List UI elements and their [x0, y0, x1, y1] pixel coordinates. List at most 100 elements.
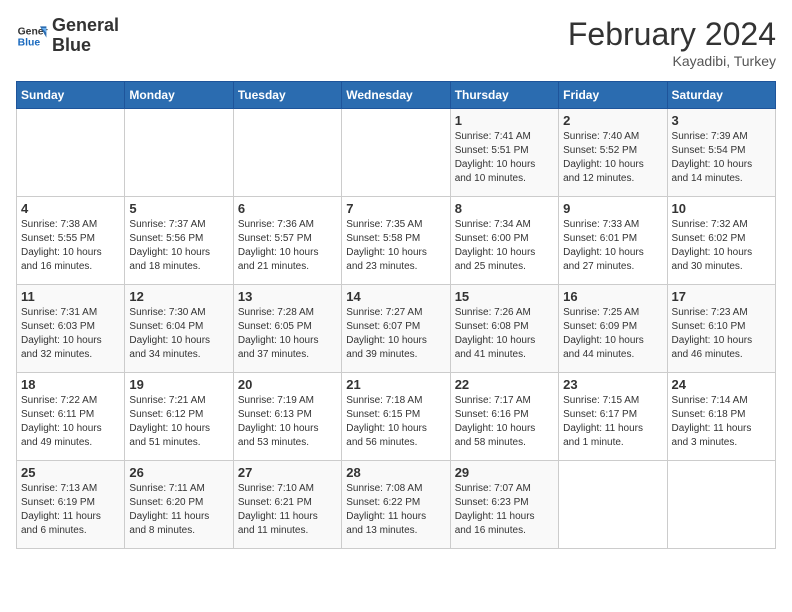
- day-info: Sunrise: 7:19 AM Sunset: 6:13 PM Dayligh…: [238, 394, 337, 450]
- calendar-week-2: 4 Sunrise: 7:38 AM Sunset: 5:55 PM Daylig…: [17, 197, 776, 285]
- day-info: Sunrise: 7:23 AM Sunset: 6:10 PM Dayligh…: [672, 306, 771, 362]
- day-info: Sunrise: 7:30 AM Sunset: 6:04 PM Dayligh…: [129, 306, 228, 362]
- calendar-cell: [17, 109, 125, 197]
- day-number: 19: [129, 377, 228, 392]
- calendar-cell: 19Sunrise: 7:21 AM Sunset: 6:12 PM Dayli…: [125, 373, 233, 461]
- day-info: Sunrise: 7:14 AM Sunset: 6:18 PM Dayligh…: [672, 394, 771, 450]
- calendar-cell: 12 Sunrise: 7:30 AM Sunset: 6:04 PM Dayli…: [125, 285, 233, 373]
- day-number: 4: [21, 201, 120, 216]
- day-info: Sunrise: 7:36 AM Sunset: 5:57 PM Dayligh…: [238, 218, 337, 274]
- day-number: 16: [563, 289, 662, 304]
- header-monday: Monday: [125, 82, 233, 109]
- calendar-cell: 10 Sunrise: 7:32 AM Sunset: 6:02 PM Dayli…: [667, 197, 775, 285]
- day-info: Sunrise: 7:28 AM Sunset: 6:05 PM Dayligh…: [238, 306, 337, 362]
- calendar-cell: 16 Sunrise: 7:25 AM Sunset: 6:09 PM Dayli…: [559, 285, 667, 373]
- location-subtitle: Kayadibi, Turkey: [568, 53, 776, 69]
- day-number: 26: [129, 465, 228, 480]
- calendar-cell: 22Sunrise: 7:17 AM Sunset: 6:16 PM Dayli…: [450, 373, 558, 461]
- day-number: 10: [672, 201, 771, 216]
- day-info: Sunrise: 7:32 AM Sunset: 6:02 PM Dayligh…: [672, 218, 771, 274]
- calendar-cell: 7 Sunrise: 7:35 AM Sunset: 5:58 PM Daylig…: [342, 197, 450, 285]
- day-info: Sunrise: 7:34 AM Sunset: 6:00 PM Dayligh…: [455, 218, 554, 274]
- page-header: General Blue General Blue February 2024 …: [16, 16, 776, 69]
- day-info: Sunrise: 7:31 AM Sunset: 6:03 PM Dayligh…: [21, 306, 120, 362]
- day-number: 28: [346, 465, 445, 480]
- day-info: Sunrise: 7:15 AM Sunset: 6:17 PM Dayligh…: [563, 394, 662, 450]
- header-tuesday: Tuesday: [233, 82, 341, 109]
- calendar-cell: 6 Sunrise: 7:36 AM Sunset: 5:57 PM Daylig…: [233, 197, 341, 285]
- calendar-week-1: 1 Sunrise: 7:41 AM Sunset: 5:51 PM Daylig…: [17, 109, 776, 197]
- day-number: 8: [455, 201, 554, 216]
- day-info: Sunrise: 7:08 AM Sunset: 6:22 PM Dayligh…: [346, 482, 445, 538]
- day-number: 13: [238, 289, 337, 304]
- day-info: Sunrise: 7:37 AM Sunset: 5:56 PM Dayligh…: [129, 218, 228, 274]
- day-number: 21: [346, 377, 445, 392]
- logo-text-line2: Blue: [52, 36, 119, 56]
- day-number: 9: [563, 201, 662, 216]
- calendar-cell: 25 Sunrise: 7:13 AM Sunset: 6:19 PM Dayli…: [17, 461, 125, 549]
- day-number: 17: [672, 289, 771, 304]
- day-number: 6: [238, 201, 337, 216]
- logo-icon: General Blue: [16, 20, 48, 52]
- calendar-cell: 8 Sunrise: 7:34 AM Sunset: 6:00 PM Daylig…: [450, 197, 558, 285]
- calendar-week-4: 18 Sunrise: 7:22 AM Sunset: 6:11 PM Dayli…: [17, 373, 776, 461]
- day-info: Sunrise: 7:27 AM Sunset: 6:07 PM Dayligh…: [346, 306, 445, 362]
- day-number: 24: [672, 377, 771, 392]
- day-info: Sunrise: 7:35 AM Sunset: 5:58 PM Dayligh…: [346, 218, 445, 274]
- calendar-cell: [559, 461, 667, 549]
- calendar-cell: 24 Sunrise: 7:14 AM Sunset: 6:18 PM Dayli…: [667, 373, 775, 461]
- day-info: Sunrise: 7:10 AM Sunset: 6:21 PM Dayligh…: [238, 482, 337, 538]
- calendar-week-3: 11Sunrise: 7:31 AM Sunset: 6:03 PM Dayli…: [17, 285, 776, 373]
- logo: General Blue General Blue: [16, 16, 119, 56]
- day-number: 29: [455, 465, 554, 480]
- header-friday: Friday: [559, 82, 667, 109]
- calendar-cell: 28 Sunrise: 7:08 AM Sunset: 6:22 PM Dayli…: [342, 461, 450, 549]
- calendar-cell: 14 Sunrise: 7:27 AM Sunset: 6:07 PM Dayli…: [342, 285, 450, 373]
- day-number: 2: [563, 113, 662, 128]
- calendar-header-row: SundayMondayTuesdayWednesdayThursdayFrid…: [17, 82, 776, 109]
- day-info: Sunrise: 7:25 AM Sunset: 6:09 PM Dayligh…: [563, 306, 662, 362]
- calendar-cell: 21 Sunrise: 7:18 AM Sunset: 6:15 PM Dayli…: [342, 373, 450, 461]
- day-info: Sunrise: 7:26 AM Sunset: 6:08 PM Dayligh…: [455, 306, 554, 362]
- header-sunday: Sunday: [17, 82, 125, 109]
- month-title: February 2024: [568, 16, 776, 53]
- calendar-cell: 9 Sunrise: 7:33 AM Sunset: 6:01 PM Daylig…: [559, 197, 667, 285]
- header-saturday: Saturday: [667, 82, 775, 109]
- header-thursday: Thursday: [450, 82, 558, 109]
- day-info: Sunrise: 7:38 AM Sunset: 5:55 PM Dayligh…: [21, 218, 120, 274]
- day-number: 1: [455, 113, 554, 128]
- day-number: 22: [455, 377, 554, 392]
- day-number: 3: [672, 113, 771, 128]
- calendar-cell: 5 Sunrise: 7:37 AM Sunset: 5:56 PM Daylig…: [125, 197, 233, 285]
- day-info: Sunrise: 7:33 AM Sunset: 6:01 PM Dayligh…: [563, 218, 662, 274]
- calendar-cell: 15Sunrise: 7:26 AM Sunset: 6:08 PM Dayli…: [450, 285, 558, 373]
- calendar-cell: [233, 109, 341, 197]
- calendar-cell: 26Sunrise: 7:11 AM Sunset: 6:20 PM Dayli…: [125, 461, 233, 549]
- day-info: Sunrise: 7:18 AM Sunset: 6:15 PM Dayligh…: [346, 394, 445, 450]
- day-number: 12: [129, 289, 228, 304]
- calendar-cell: 18 Sunrise: 7:22 AM Sunset: 6:11 PM Dayli…: [17, 373, 125, 461]
- calendar-cell: 3Sunrise: 7:39 AM Sunset: 5:54 PM Daylig…: [667, 109, 775, 197]
- day-number: 7: [346, 201, 445, 216]
- calendar-cell: [342, 109, 450, 197]
- logo-text-line1: General: [52, 16, 119, 36]
- day-number: 25: [21, 465, 120, 480]
- calendar-cell: 27Sunrise: 7:10 AM Sunset: 6:21 PM Dayli…: [233, 461, 341, 549]
- calendar-cell: 23 Sunrise: 7:15 AM Sunset: 6:17 PM Dayli…: [559, 373, 667, 461]
- calendar-cell: 17 Sunrise: 7:23 AM Sunset: 6:10 PM Dayli…: [667, 285, 775, 373]
- day-info: Sunrise: 7:41 AM Sunset: 5:51 PM Dayligh…: [455, 130, 554, 186]
- day-info: Sunrise: 7:07 AM Sunset: 6:23 PM Dayligh…: [455, 482, 554, 538]
- day-number: 5: [129, 201, 228, 216]
- day-number: 23: [563, 377, 662, 392]
- day-number: 18: [21, 377, 120, 392]
- calendar-table: SundayMondayTuesdayWednesdayThursdayFrid…: [16, 81, 776, 549]
- header-wednesday: Wednesday: [342, 82, 450, 109]
- day-number: 14: [346, 289, 445, 304]
- day-number: 20: [238, 377, 337, 392]
- calendar-cell: 4 Sunrise: 7:38 AM Sunset: 5:55 PM Daylig…: [17, 197, 125, 285]
- calendar-cell: 11Sunrise: 7:31 AM Sunset: 6:03 PM Dayli…: [17, 285, 125, 373]
- calendar-cell: [125, 109, 233, 197]
- day-info: Sunrise: 7:22 AM Sunset: 6:11 PM Dayligh…: [21, 394, 120, 450]
- day-info: Sunrise: 7:13 AM Sunset: 6:19 PM Dayligh…: [21, 482, 120, 538]
- calendar-cell: 20 Sunrise: 7:19 AM Sunset: 6:13 PM Dayli…: [233, 373, 341, 461]
